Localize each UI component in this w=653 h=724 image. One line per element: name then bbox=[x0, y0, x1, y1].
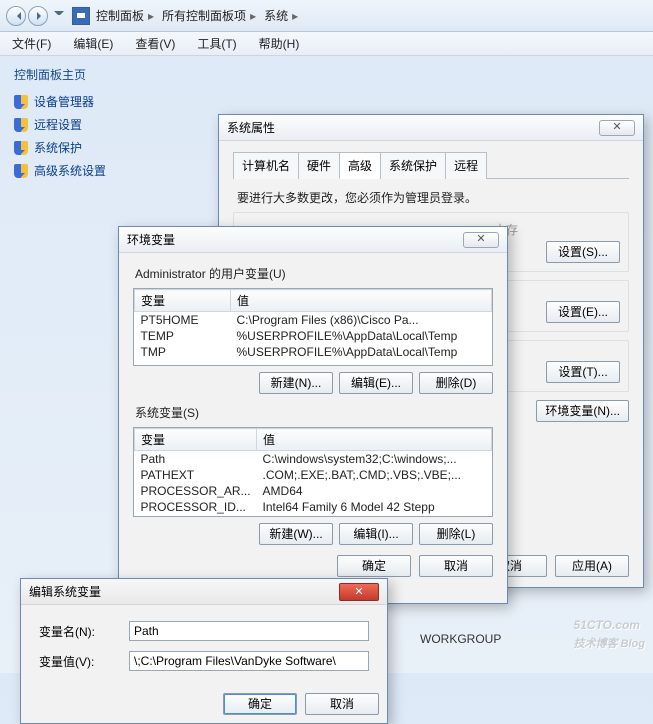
tab-computer-name[interactable]: 计算机名 bbox=[233, 152, 299, 179]
breadcrumb-item[interactable]: 系统 bbox=[264, 7, 302, 24]
menu-bar: 文件(F) 编辑(E) 查看(V) 工具(T) 帮助(H) bbox=[0, 32, 653, 56]
close-icon[interactable]: ✕ bbox=[463, 232, 499, 248]
list-item: PT5HOMEC:\Program Files (x86)\Cisco Pa..… bbox=[135, 312, 492, 329]
sidebar-item-label: 高级系统设置 bbox=[34, 162, 106, 179]
var-value-input[interactable] bbox=[129, 651, 369, 671]
shield-icon bbox=[14, 164, 28, 178]
left-sidebar: 控制面板主页 设备管理器 远程设置 系统保护 高级系统设置 bbox=[0, 56, 210, 185]
edit-user-var-button[interactable]: 编辑(E)... bbox=[339, 372, 413, 394]
dialog-title: 环境变量 bbox=[127, 231, 175, 248]
forward-button[interactable] bbox=[28, 6, 48, 26]
new-sys-var-button[interactable]: 新建(W)... bbox=[259, 523, 333, 545]
settings-performance-button[interactable]: 设置(S)... bbox=[546, 241, 620, 263]
sidebar-item-label: 设备管理器 bbox=[34, 93, 94, 110]
explorer-address-bar: 控制面板 所有控制面板项 系统 bbox=[0, 0, 653, 32]
history-dropdown-icon[interactable] bbox=[54, 11, 64, 21]
list-item: PROCESSOR_ID...Intel64 Family 6 Model 42… bbox=[135, 499, 492, 515]
edit-system-variable-dialog: 编辑系统变量 ✕ 变量名(N): 变量值(V): 确定 取消 bbox=[20, 578, 388, 724]
breadcrumb-item[interactable]: 所有控制面板项 bbox=[162, 7, 260, 24]
apply-button[interactable]: 应用(A) bbox=[555, 555, 629, 577]
user-vars-label: Administrator 的用户变量(U) bbox=[135, 265, 493, 282]
new-user-var-button[interactable]: 新建(N)... bbox=[259, 372, 333, 394]
column-val[interactable]: 值 bbox=[257, 429, 492, 451]
watermark-small: 技术博客 Blog bbox=[574, 635, 646, 651]
close-icon[interactable]: ✕ bbox=[339, 583, 379, 601]
sys-vars-label: 系统变量(S) bbox=[135, 404, 493, 421]
var-value-label: 变量值(V): bbox=[39, 653, 119, 670]
list-item: PATHEXT.COM;.EXE;.BAT;.CMD;.VBS;.VBE;... bbox=[135, 467, 492, 483]
tab-advanced[interactable]: 高级 bbox=[339, 152, 381, 179]
workgroup-value: WORKGROUP bbox=[420, 632, 501, 646]
column-var[interactable]: 变量 bbox=[135, 290, 231, 312]
back-button[interactable] bbox=[6, 6, 26, 26]
tab-remote[interactable]: 远程 bbox=[445, 152, 487, 179]
menu-tools[interactable]: 工具(T) bbox=[193, 33, 240, 54]
tab-strip: 计算机名 硬件 高级 系统保护 远程 bbox=[233, 151, 629, 179]
env-variables-button[interactable]: 环境变量(N)... bbox=[536, 400, 629, 422]
list-item: TMP%USERPROFILE%\AppData\Local\Temp bbox=[135, 344, 492, 360]
admin-note: 要进行大多数更改，您必须作为管理员登录。 bbox=[237, 189, 625, 206]
var-name-label: 变量名(N): bbox=[39, 623, 119, 640]
ok-button[interactable]: 确定 bbox=[337, 555, 411, 577]
sidebar-item-system-protection[interactable]: 系统保护 bbox=[14, 139, 210, 156]
cancel-button[interactable]: 取消 bbox=[419, 555, 493, 577]
menu-file[interactable]: 文件(F) bbox=[8, 33, 55, 54]
tab-system-protection[interactable]: 系统保护 bbox=[380, 152, 446, 179]
ok-button[interactable]: 确定 bbox=[223, 693, 297, 715]
menu-edit[interactable]: 编辑(E) bbox=[69, 33, 117, 54]
list-item: PathC:\windows\system32;C:\windows;... bbox=[135, 451, 492, 468]
sidebar-item-remote[interactable]: 远程设置 bbox=[14, 116, 210, 133]
menu-view[interactable]: 查看(V) bbox=[131, 33, 179, 54]
shield-icon bbox=[14, 141, 28, 155]
edit-sys-var-button[interactable]: 编辑(I)... bbox=[339, 523, 413, 545]
shield-icon bbox=[14, 118, 28, 132]
cancel-button[interactable]: 取消 bbox=[305, 693, 379, 715]
delete-sys-var-button[interactable]: 删除(L) bbox=[419, 523, 493, 545]
close-icon[interactable]: ✕ bbox=[599, 120, 635, 136]
sidebar-item-device-manager[interactable]: 设备管理器 bbox=[14, 93, 210, 110]
environment-variables-dialog: 环境变量 ✕ Administrator 的用户变量(U) 变量 值 PT5HO… bbox=[118, 226, 508, 604]
column-var[interactable]: 变量 bbox=[135, 429, 257, 451]
list-item: PROCESSOR_AR...AMD64 bbox=[135, 483, 492, 499]
user-vars-list[interactable]: 变量 值 PT5HOMEC:\Program Files (x86)\Cisco… bbox=[133, 288, 493, 366]
shield-icon bbox=[14, 95, 28, 109]
list-item: TEMP%USERPROFILE%\AppData\Local\Temp bbox=[135, 328, 492, 344]
dialog-title: 系统属性 bbox=[227, 119, 275, 136]
var-name-input[interactable] bbox=[129, 621, 369, 641]
control-panel-icon bbox=[72, 7, 90, 25]
tab-hardware[interactable]: 硬件 bbox=[298, 152, 340, 179]
dialog-title: 编辑系统变量 bbox=[29, 583, 101, 600]
sidebar-item-label: 系统保护 bbox=[34, 139, 82, 156]
column-val[interactable]: 值 bbox=[231, 290, 492, 312]
sidebar-item-label: 远程设置 bbox=[34, 116, 82, 133]
watermark-big: 51CTO.com bbox=[574, 618, 640, 632]
breadcrumb-item[interactable]: 控制面板 bbox=[96, 7, 158, 24]
control-panel-home-link[interactable]: 控制面板主页 bbox=[14, 66, 210, 83]
system-vars-list[interactable]: 变量 值 PathC:\windows\system32;C:\windows;… bbox=[133, 427, 493, 517]
sidebar-item-advanced[interactable]: 高级系统设置 bbox=[14, 162, 210, 179]
menu-help[interactable]: 帮助(H) bbox=[255, 33, 304, 54]
settings-startup-button[interactable]: 设置(T)... bbox=[546, 361, 620, 383]
delete-user-var-button[interactable]: 删除(D) bbox=[419, 372, 493, 394]
settings-profiles-button[interactable]: 设置(E)... bbox=[546, 301, 620, 323]
watermark: 51CTO.com 技术博客 Blog bbox=[574, 609, 646, 651]
